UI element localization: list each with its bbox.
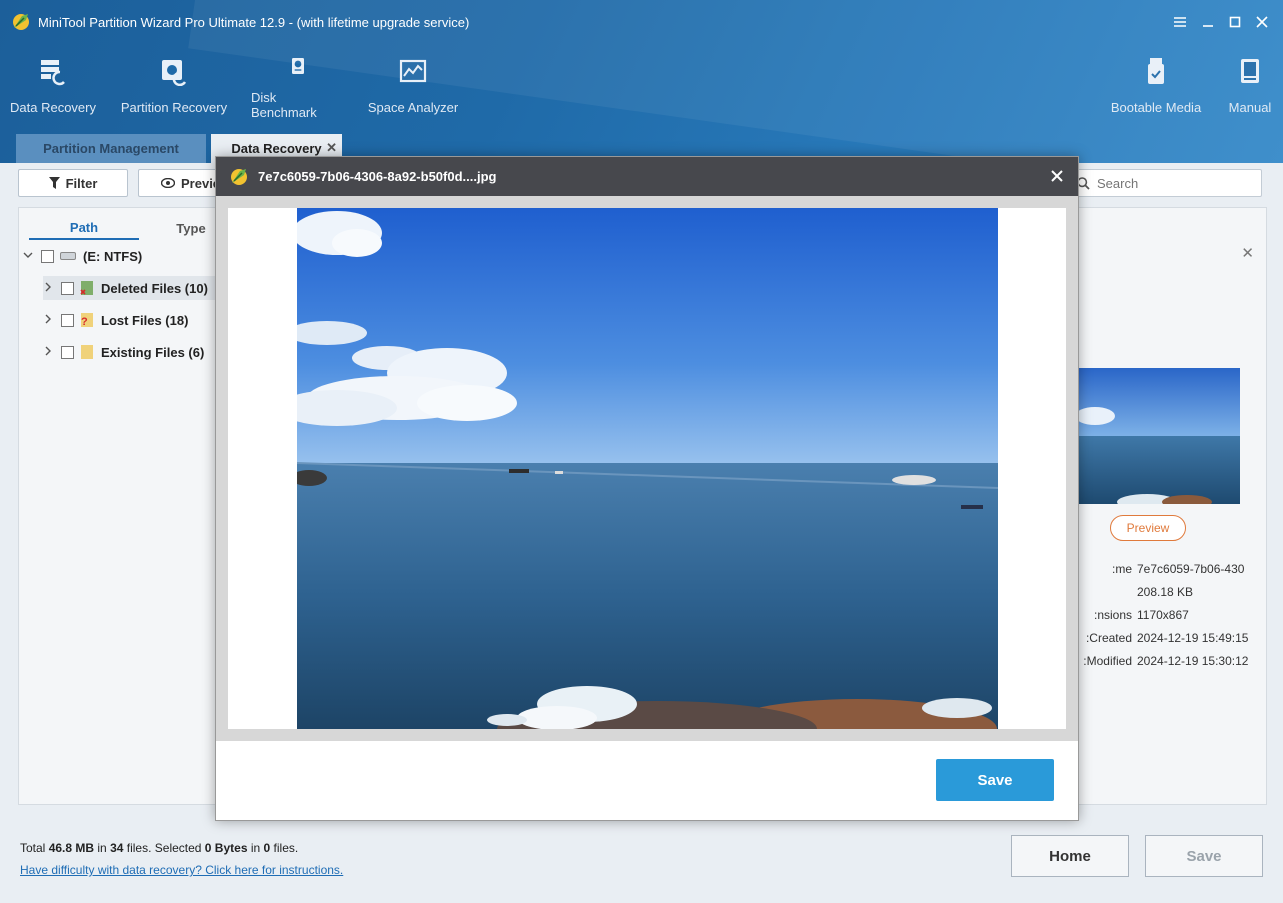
data-recovery-icon — [41, 60, 65, 86]
app-logo-icon — [13, 14, 29, 30]
home-button[interactable]: Home — [1011, 835, 1129, 877]
menu-icon[interactable] — [1170, 12, 1190, 32]
panel-tabs: Path Type — [29, 216, 219, 240]
lost-folder-icon: ? — [81, 313, 93, 328]
summary-text: Total — [20, 841, 49, 855]
info-value: 208.18 KB — [1137, 585, 1194, 599]
item-checkbox[interactable] — [61, 281, 74, 295]
info-value: 1170x867 — [1137, 608, 1189, 622]
item-checkbox[interactable] — [61, 345, 74, 359]
selected-size: 0 Bytes — [204, 841, 248, 855]
chevron-right-icon[interactable] — [43, 346, 57, 359]
eye-icon — [161, 178, 175, 188]
tool-label: Disk Benchmark — [251, 90, 317, 120]
tab-type[interactable]: Type — [161, 216, 221, 240]
disk-benchmark-icon — [292, 58, 304, 74]
minimize-icon[interactable] — [1198, 12, 1218, 32]
search-box[interactable] — [1066, 169, 1262, 197]
file-details-panel: ✕ Preview me: 7e7c6059-7b06-430 208.18 K… — [1062, 207, 1267, 805]
tool-label: Space Analyzer — [367, 100, 459, 115]
tab-path[interactable]: Path — [29, 216, 139, 240]
tree-item-label: Existing Files (6) — [101, 344, 205, 360]
maximize-icon[interactable] — [1225, 12, 1245, 32]
tool-disk-benchmark[interactable]: Disk Benchmark — [251, 50, 345, 120]
manual-icon — [1241, 59, 1259, 83]
thumbnail-preview-button[interactable]: Preview — [1110, 515, 1186, 541]
tool-label: Manual — [1228, 100, 1272, 115]
drive-icon — [60, 252, 76, 260]
filter-label: Filter — [65, 175, 98, 191]
tree-item-lost[interactable]: ? Lost Files (18) — [43, 308, 188, 332]
info-value: 2024-12-19 15:30:12 — [1137, 654, 1249, 668]
tool-label: Data Recovery — [10, 100, 96, 115]
total-size: 46.8 MB — [48, 841, 95, 855]
deleted-folder-icon — [80, 281, 93, 295]
tool-data-recovery[interactable]: Data Recovery — [10, 50, 96, 120]
preview-dialog: 7e7c6059-7b06-4306-8a92-b50f0d....jpg Sa… — [215, 156, 1079, 821]
space-analyzer-icon — [399, 59, 427, 83]
total-files: 34 — [110, 841, 124, 855]
drive-label: (E: NTFS) — [83, 248, 143, 264]
tab-partition-management[interactable]: Partition Management — [16, 134, 206, 163]
preview-image — [297, 208, 998, 729]
svg-text:?: ? — [81, 316, 88, 328]
file-tree-panel: Path Type (E: NTFS) Deleted Files (10) ?… — [18, 207, 223, 805]
partition-recovery-icon — [162, 60, 187, 86]
tree-item-label: Lost Files (18) — [101, 312, 189, 328]
summary-text: files. — [270, 841, 299, 855]
tool-partition-recovery[interactable]: Partition Recovery — [120, 50, 228, 120]
folder-icon — [81, 345, 93, 359]
status-bar: Total 46.8 MB in 34 files. Selected 0 By… — [0, 818, 1283, 903]
bootable-media-icon — [1148, 58, 1164, 84]
tab-close-icon[interactable]: ✕ — [326, 140, 337, 156]
app-header: MiniTool Partition Wizard Pro Ultimate 1… — [0, 0, 1283, 163]
chevron-down-icon[interactable] — [23, 250, 37, 263]
tree-item-existing[interactable]: Existing Files (6) — [43, 340, 204, 364]
tool-label: Partition Recovery — [120, 100, 228, 115]
tree-drive-row[interactable]: (E: NTFS) — [23, 244, 142, 268]
summary-text: in — [94, 841, 111, 855]
title-bar: MiniTool Partition Wizard Pro Ultimate 1… — [0, 0, 1283, 44]
item-checkbox[interactable] — [61, 313, 74, 327]
thumbnail-image — [1077, 368, 1240, 504]
filter-button[interactable]: Filter — [18, 169, 128, 197]
summary-text: in — [247, 841, 264, 855]
summary-text: files. Selected — [123, 841, 205, 855]
tree-item-deleted[interactable]: Deleted Files (10) — [43, 276, 223, 300]
dialog-save-button[interactable]: Save — [936, 759, 1054, 801]
filter-icon — [48, 177, 60, 189]
app-logo-icon — [231, 169, 247, 185]
drive-checkbox[interactable] — [41, 249, 54, 263]
close-icon[interactable] — [1252, 12, 1272, 32]
chevron-right-icon[interactable] — [43, 282, 57, 295]
total-summary: Total 46.8 MB in 34 files. Selected 0 By… — [20, 841, 298, 855]
tree-item-label: Deleted Files (10) — [101, 280, 208, 296]
tab-label: Data Recovery — [231, 141, 322, 156]
dialog-close-icon[interactable] — [1046, 165, 1068, 187]
image-frame — [228, 208, 1066, 729]
info-value: 7e7c6059-7b06-430 — [1137, 562, 1245, 576]
tool-bootable-media[interactable]: Bootable Media — [1107, 50, 1205, 120]
panel-close-icon[interactable]: ✕ — [1241, 244, 1254, 262]
dialog-file-name: 7e7c6059-7b06-4306-8a92-b50f0d....jpg — [258, 169, 497, 184]
help-link[interactable]: Have difficulty with data recovery? Clic… — [20, 863, 343, 877]
tool-space-analyzer[interactable]: Space Analyzer — [367, 50, 459, 120]
search-input[interactable] — [1097, 176, 1247, 191]
info-value: 2024-12-19 15:49:15 — [1137, 631, 1249, 645]
chevron-right-icon[interactable] — [43, 314, 57, 327]
tool-manual[interactable]: Manual — [1223, 50, 1277, 120]
save-button[interactable]: Save — [1145, 835, 1263, 877]
dialog-title-bar: 7e7c6059-7b06-4306-8a92-b50f0d....jpg — [216, 157, 1078, 196]
tool-label: Bootable Media — [1110, 100, 1202, 115]
main-toolbar: Data Recovery Partition Recovery Disk Be… — [0, 50, 1283, 120]
dialog-image-area — [216, 196, 1078, 741]
app-title: MiniTool Partition Wizard Pro Ultimate 1… — [38, 15, 470, 30]
